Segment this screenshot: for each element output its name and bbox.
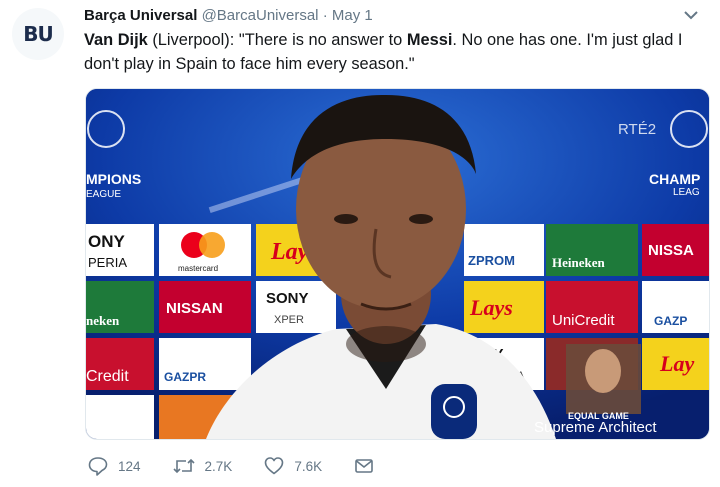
board-text: EAGUE: [86, 189, 121, 200]
sponsor-label: NISSA: [648, 242, 694, 259]
board-text: MPIONS: [86, 171, 141, 187]
sponsor-label: mastercard: [178, 264, 218, 273]
reply-button[interactable]: 124: [88, 456, 141, 476]
separator-dot: ·: [322, 7, 328, 24]
envelope-icon: [355, 459, 373, 473]
sponsor-label: GAZP: [654, 314, 687, 328]
heart-icon: [265, 457, 284, 475]
retweet-count: 2.7K: [204, 458, 233, 474]
tweet-actions: 124 2.7K 7.6K: [88, 456, 416, 476]
author-handle[interactable]: @BarcaUniversal: [202, 7, 319, 24]
sponsor-label: Credit: [86, 368, 129, 385]
bold-name-vandijk: Van Dijk: [84, 31, 148, 49]
tweet-media-image[interactable]: MPIONS EAGUE CHAMP LEAG RTÉ2 ONY PERIA m…: [85, 88, 710, 440]
avatar[interactable]: BU: [12, 8, 64, 60]
message-button[interactable]: [354, 456, 384, 476]
microphone: [431, 384, 477, 439]
chevron-down-icon[interactable]: [682, 8, 700, 22]
sponsor-label: PERIA: [88, 255, 127, 270]
retweet-button[interactable]: 2.7K: [172, 456, 233, 476]
sponsor-label: SONY: [266, 290, 309, 307]
interview-photo: MPIONS EAGUE CHAMP LEAG RTÉ2 ONY PERIA m…: [86, 89, 709, 439]
sponsor-label: Heineken: [552, 255, 605, 270]
watermark: Supreme Architect: [534, 419, 657, 436]
author-name[interactable]: Barça Universal: [84, 7, 197, 24]
sponsor-label: ZPROM: [468, 253, 515, 268]
board-text: CHAMP: [649, 171, 700, 187]
tweet-text: Van Dijk (Liverpool): "There is no answe…: [84, 28, 714, 76]
reply-icon: [88, 457, 108, 476]
text-fragment: (Liverpool): "There is no answer to: [147, 31, 407, 49]
retweet-icon: [172, 458, 195, 474]
board-text: LEAG: [673, 187, 700, 198]
sponsor-label: ONY: [88, 232, 126, 251]
reply-count: 124: [118, 458, 141, 474]
sponsor-label: Lays: [469, 295, 513, 320]
sponsor-label: Lay: [659, 351, 694, 376]
sponsor-label: UniCredit: [552, 312, 615, 329]
sponsor-label: GAZPR: [164, 370, 206, 384]
sponsor-label: NISSAN: [166, 300, 223, 317]
sponsor-label: neken: [86, 313, 120, 328]
tweet-header: Barça Universal @BarcaUniversal · May 1: [84, 6, 700, 28]
like-button[interactable]: 7.6K: [264, 456, 322, 476]
bold-name-messi: Messi: [406, 31, 453, 49]
channel-logo: RTÉ2: [618, 121, 656, 138]
sponsor-label: XPER: [274, 314, 304, 326]
tweet-date[interactable]: May 1: [332, 7, 373, 24]
like-count: 7.6K: [294, 458, 323, 474]
